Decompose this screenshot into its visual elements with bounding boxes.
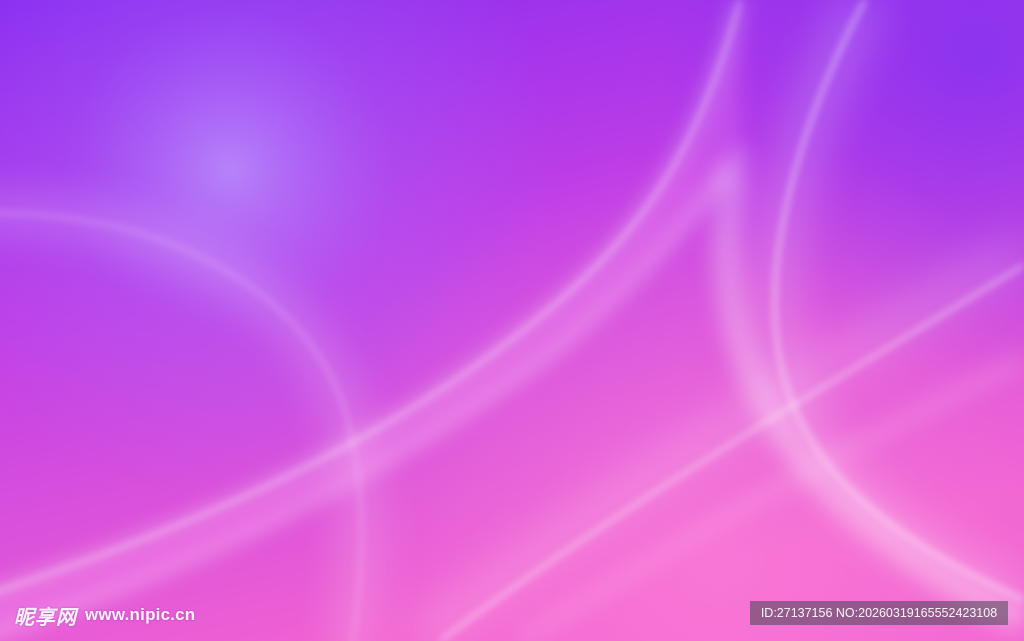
watermark-site-name: 昵享网 [14, 604, 77, 629]
image-id-badge: ID:27137156 NO:20260319165552423108 [750, 601, 1008, 625]
nipic-watermark-logo: 昵享网 www.nipic.cn [14, 600, 195, 630]
watermark-site-url: www.nipic.cn [85, 605, 196, 624]
abstract-purple-background [0, 0, 1024, 641]
background-canvas: 昵享网 www.nipic.cn ID:27137156 NO:20260319… [0, 0, 1024, 641]
